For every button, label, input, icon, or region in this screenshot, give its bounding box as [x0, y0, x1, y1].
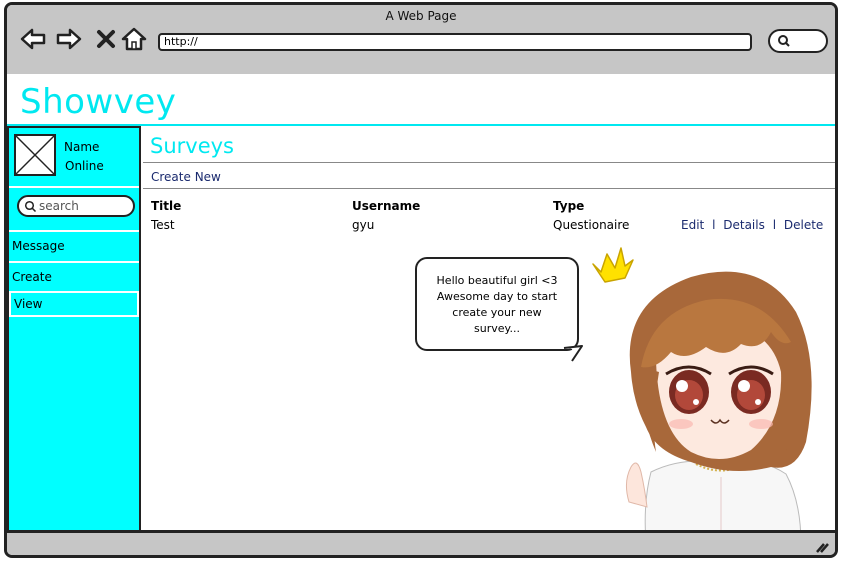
back-arrow-icon [20, 28, 46, 50]
edit-link[interactable]: Edit [681, 218, 704, 232]
forward-arrow-icon [56, 28, 82, 50]
browser-window: A Web Page http:// Showvey Name Online s… [4, 2, 838, 558]
home-icon [121, 27, 147, 51]
user-profile: Name Online [9, 128, 139, 188]
forward-button[interactable] [55, 25, 83, 53]
sidebar-search-input[interactable]: search [17, 195, 135, 217]
status-bar [7, 530, 835, 555]
sidebar-item-label: Create [12, 270, 52, 284]
bubble-line: Awesome day to start [436, 290, 558, 303]
sidebar-item-create[interactable]: Create [9, 261, 139, 289]
column-header-type: Type [553, 199, 585, 213]
bubble-tail [560, 345, 584, 362]
stop-button[interactable] [93, 25, 121, 53]
bubble-line: survey... [474, 322, 520, 335]
window-title: A Web Page [385, 9, 457, 23]
address-bar[interactable]: http:// [158, 33, 752, 51]
image-placeholder-icon [16, 136, 54, 174]
resize-grip-icon[interactable] [815, 541, 829, 553]
page-title: Surveys [150, 134, 234, 158]
search-placeholder: search [39, 199, 79, 213]
action-separator: l [712, 218, 716, 232]
main-content: Surveys Create New Title Username Type T… [143, 126, 835, 544]
column-header-title: Title [151, 199, 182, 213]
home-button[interactable] [120, 25, 148, 53]
action-separator: l [772, 218, 777, 232]
create-new-link[interactable]: Create New [151, 170, 221, 184]
bubble-line: create your new [452, 306, 542, 319]
browser-chrome: A Web Page http:// [7, 5, 835, 77]
sidebar-item-label: Message [12, 239, 65, 253]
divider [143, 162, 835, 163]
row-actions: Edit l Details l Delete [681, 218, 823, 232]
profile-status: Online [65, 159, 104, 173]
close-icon [97, 30, 115, 48]
speech-bubble: Hello beautiful girl <3 Awesome day to s… [415, 257, 579, 351]
cell-title: Test [151, 218, 175, 232]
sidebar-item-message[interactable]: Message [9, 230, 139, 258]
details-link[interactable]: Details [723, 218, 765, 232]
cell-username: gyu [352, 218, 375, 232]
bubble-line: Hello beautiful girl <3 [436, 274, 558, 287]
brand-logo[interactable]: Showvey [20, 82, 176, 122]
browser-search-button[interactable] [768, 29, 828, 53]
back-button[interactable] [19, 25, 47, 53]
delete-link[interactable]: Delete [784, 218, 823, 232]
avatar [14, 134, 56, 176]
search-icon [24, 200, 37, 213]
character-illustration-image [625, 271, 812, 544]
column-header-username: Username [352, 199, 421, 213]
sidebar: Name Online search Message Create View [7, 126, 141, 533]
divider [143, 188, 835, 189]
search-icon [778, 35, 790, 47]
profile-name: Name [64, 140, 100, 154]
sidebar-item-view[interactable]: View [9, 291, 139, 317]
sidebar-item-label: View [14, 297, 43, 311]
cell-type: Questionaire [553, 218, 630, 232]
app-header: Showvey [7, 74, 835, 126]
